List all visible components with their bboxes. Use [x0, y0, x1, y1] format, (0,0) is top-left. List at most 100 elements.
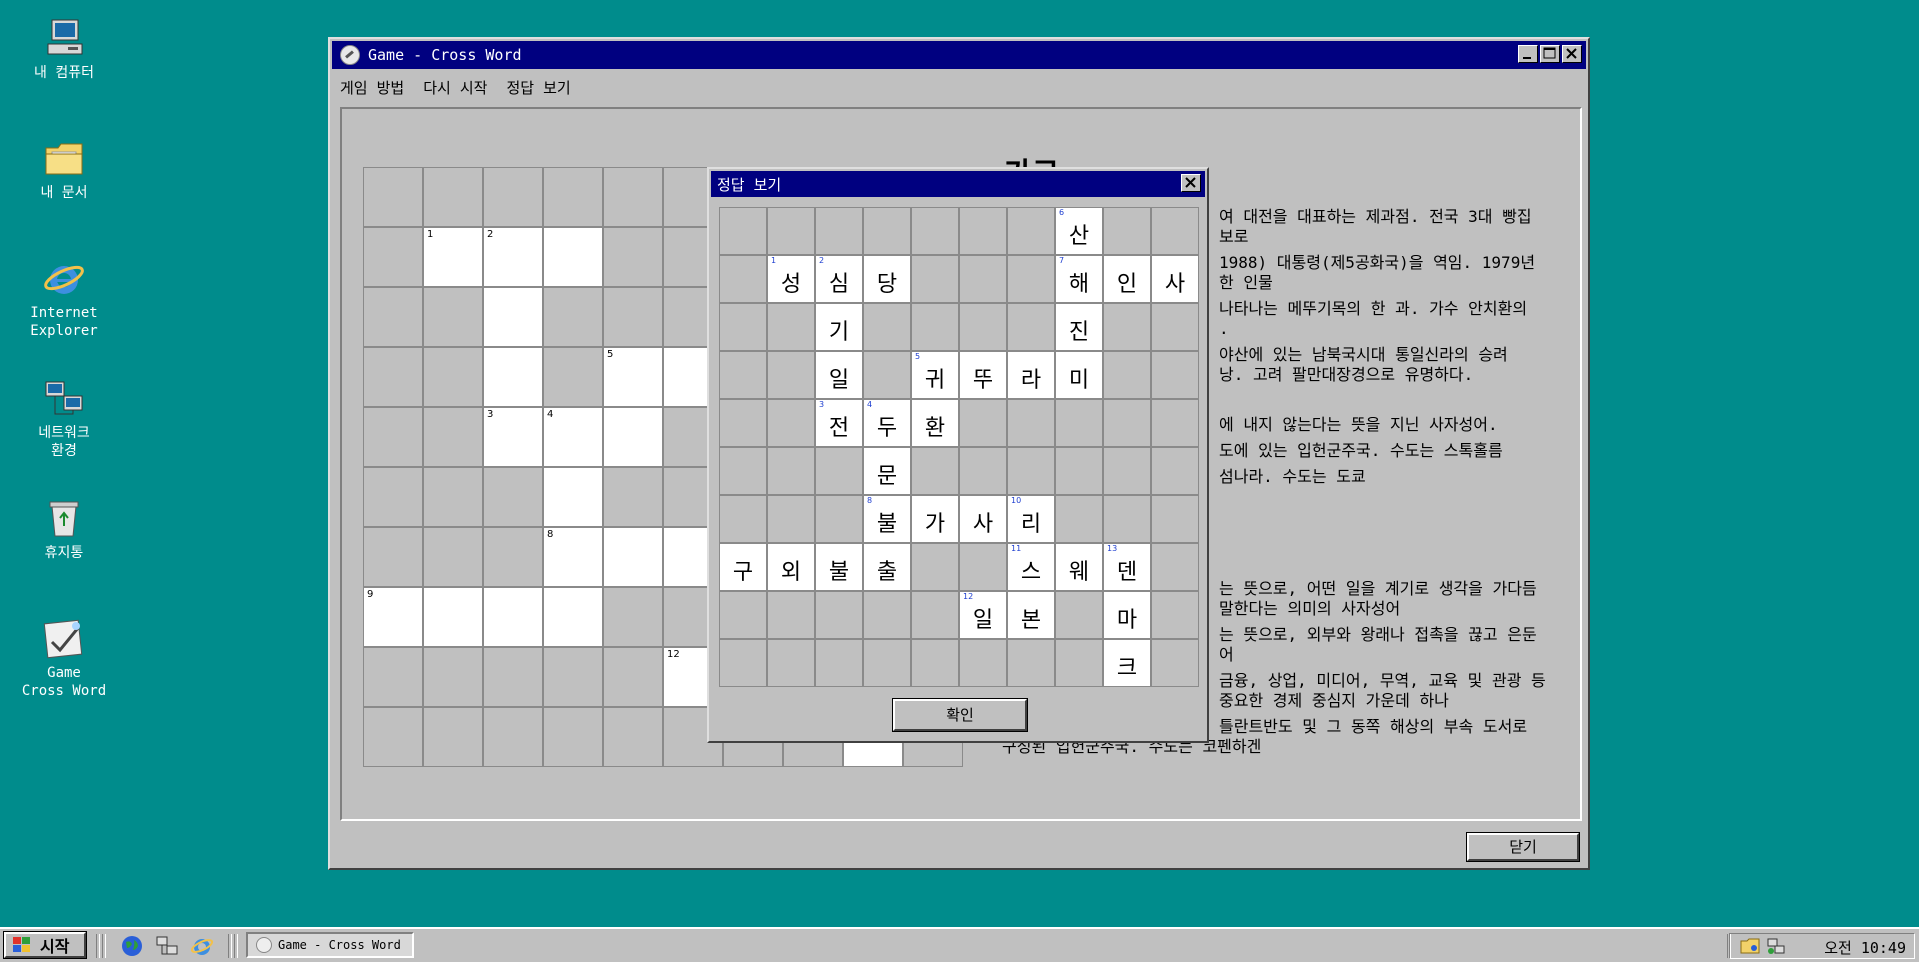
maximize-button[interactable] — [1540, 45, 1560, 63]
answer-cell: 라 — [1007, 351, 1055, 399]
taskbar: 시작 Game - Cross Word 오전 10:49 — [0, 927, 1919, 962]
desktop-icon-game-crossword[interactable]: Game Cross Word — [9, 616, 119, 700]
taskbar-task-crossword[interactable]: Game - Cross Word — [246, 932, 414, 958]
answer-cell-blocked — [719, 639, 767, 687]
dialog-titlebar[interactable]: 정답 보기 — [711, 171, 1205, 197]
puzzle-cell-input[interactable] — [423, 587, 483, 647]
answer-cell-blocked — [959, 207, 1007, 255]
puzzle-cell-blocked — [423, 347, 483, 407]
clock[interactable]: 오전 10:49 — [1824, 937, 1906, 958]
answer-cell: 문 — [863, 447, 911, 495]
answer-cell-blocked — [1007, 639, 1055, 687]
puzzle-cell-input[interactable]: 9 — [363, 587, 423, 647]
desktop-icon-my-computer[interactable]: 내 컴퓨터 — [9, 16, 119, 82]
menu-restart[interactable]: 다시 시작 — [423, 77, 487, 101]
folder-tray-icon[interactable] — [1740, 937, 1760, 955]
puzzle-cell-input[interactable] — [603, 527, 663, 587]
answer-cell: 웨 — [1055, 543, 1103, 591]
puzzle-cell-blocked — [483, 527, 543, 587]
answer-cell-blocked — [767, 303, 815, 351]
clue-line: 말한다는 의미의 사자성어 — [1219, 599, 1401, 618]
puzzle-cell-input[interactable]: 1 — [423, 227, 483, 287]
answer-cell-character: 웨 — [1068, 560, 1090, 585]
answer-cell-blocked — [719, 591, 767, 639]
answer-cell-blocked — [911, 543, 959, 591]
answer-cell-character: 가 — [924, 512, 946, 537]
desktop-icon-network[interactable]: 네트워크 환경 — [9, 376, 119, 460]
start-button[interactable]: 시작 — [3, 931, 87, 959]
answer-cell: 본 — [1007, 591, 1055, 639]
puzzle-cell-input[interactable]: 5 — [603, 347, 663, 407]
desktop-icon-recycle-bin[interactable]: 휴지통 — [9, 496, 119, 562]
puzzle-cell-blocked — [483, 647, 543, 707]
answer-cell-blocked — [767, 447, 815, 495]
answer-cell: 기 — [815, 303, 863, 351]
answer-cell-blocked — [1055, 639, 1103, 687]
desktop-icon-internet-explorer[interactable]: Internet Explorer — [9, 256, 119, 340]
answer-cell-blocked — [911, 639, 959, 687]
minimize-button[interactable] — [1518, 45, 1538, 63]
puzzle-cell-input[interactable]: 2 — [483, 227, 543, 287]
clue-line: 에 내지 않는다는 뜻을 지닌 사자성어. — [1219, 415, 1498, 434]
clue-line: . — [1219, 319, 1229, 338]
puzzle-cell-input[interactable] — [483, 347, 543, 407]
desktop-icon-label-2: Cross Word — [21, 683, 107, 699]
task-label: Game - Cross Word — [278, 938, 401, 952]
puzzle-cell-input[interactable]: 4 — [543, 407, 603, 467]
puzzle-cell-blocked — [543, 347, 603, 407]
answer-cell-blocked — [1007, 255, 1055, 303]
answer-cell-character: 해 — [1068, 272, 1090, 297]
answer-cell-blocked — [767, 351, 815, 399]
answer-cell-blocked — [911, 447, 959, 495]
desktop-icon-label: 네트워크 — [38, 425, 90, 441]
puzzle-cell-blocked — [363, 527, 423, 587]
answer-cell-blocked — [863, 351, 911, 399]
answer-cell-blocked — [767, 639, 815, 687]
answer-cell-character: 사 — [972, 512, 994, 537]
close-button[interactable] — [1562, 45, 1582, 63]
answer-cell-character: 본 — [1020, 608, 1042, 633]
puzzle-cell-blocked — [543, 707, 603, 767]
answer-cell-blocked — [863, 591, 911, 639]
puzzle-cell-blocked — [603, 287, 663, 347]
answer-cell-blocked — [815, 591, 863, 639]
answer-dialog: 정답 보기 6 산 1 성 2 심 당 7 해 인 사 기 진 일 5 귀 뚜 라 미 3 전 4 두 환 문 8 불 가 사 10 리 구 외… — [707, 167, 1209, 743]
puzzle-cell-input[interactable] — [543, 587, 603, 647]
menu-how-to-play[interactable]: 게임 방법 — [340, 77, 404, 101]
answer-cell-blocked — [1055, 447, 1103, 495]
close-window-button[interactable]: 닫기 — [1466, 832, 1580, 862]
puzzle-cell-number: 4 — [547, 409, 554, 420]
puzzle-cell-input[interactable] — [603, 407, 663, 467]
puzzle-cell-blocked — [603, 467, 663, 527]
puzzle-cell-input[interactable] — [483, 287, 543, 347]
answer-cell-blocked — [1007, 303, 1055, 351]
answer-cell-number: 11 — [1011, 544, 1022, 553]
desktop-icon-my-documents[interactable]: 내 문서 — [9, 136, 119, 202]
puzzle-cell-blocked — [423, 287, 483, 347]
answer-cell: 사 — [1151, 255, 1199, 303]
desktop-icon-label: 내 컴퓨터 — [34, 65, 94, 81]
answer-cell: 2심 — [815, 255, 863, 303]
answer-cell-blocked — [959, 447, 1007, 495]
puzzle-cell-blocked — [423, 647, 483, 707]
dialog-close-button[interactable] — [1181, 174, 1201, 192]
clue-line: 중요한 경제 중심지 가운데 하나 — [1219, 691, 1449, 710]
ok-button[interactable]: 확인 — [892, 698, 1028, 732]
clue-line: 금융, 상업, 미디어, 무역, 교육 및 관광 등 — [1219, 671, 1546, 690]
puzzle-cell-blocked — [603, 707, 663, 767]
network-tray-icon[interactable] — [1766, 937, 1786, 955]
puzzle-cell-input[interactable]: 3 — [483, 407, 543, 467]
puzzle-cell-input[interactable] — [543, 227, 603, 287]
puzzle-cell-input[interactable]: 8 — [543, 527, 603, 587]
menu-show-answer[interactable]: 정답 보기 — [506, 77, 570, 101]
window-titlebar[interactable]: Game - Cross Word — [332, 41, 1586, 69]
network-tools-icon[interactable] — [155, 934, 179, 958]
internet-explorer-icon[interactable] — [190, 934, 214, 958]
answer-cell-blocked — [719, 255, 767, 303]
puzzle-cell-input[interactable] — [543, 467, 603, 527]
globe-icon[interactable] — [120, 934, 144, 958]
my-documents-icon — [42, 136, 86, 180]
answer-cell: 미 — [1055, 351, 1103, 399]
puzzle-cell-input[interactable] — [483, 587, 543, 647]
internet-explorer-icon — [42, 256, 86, 300]
